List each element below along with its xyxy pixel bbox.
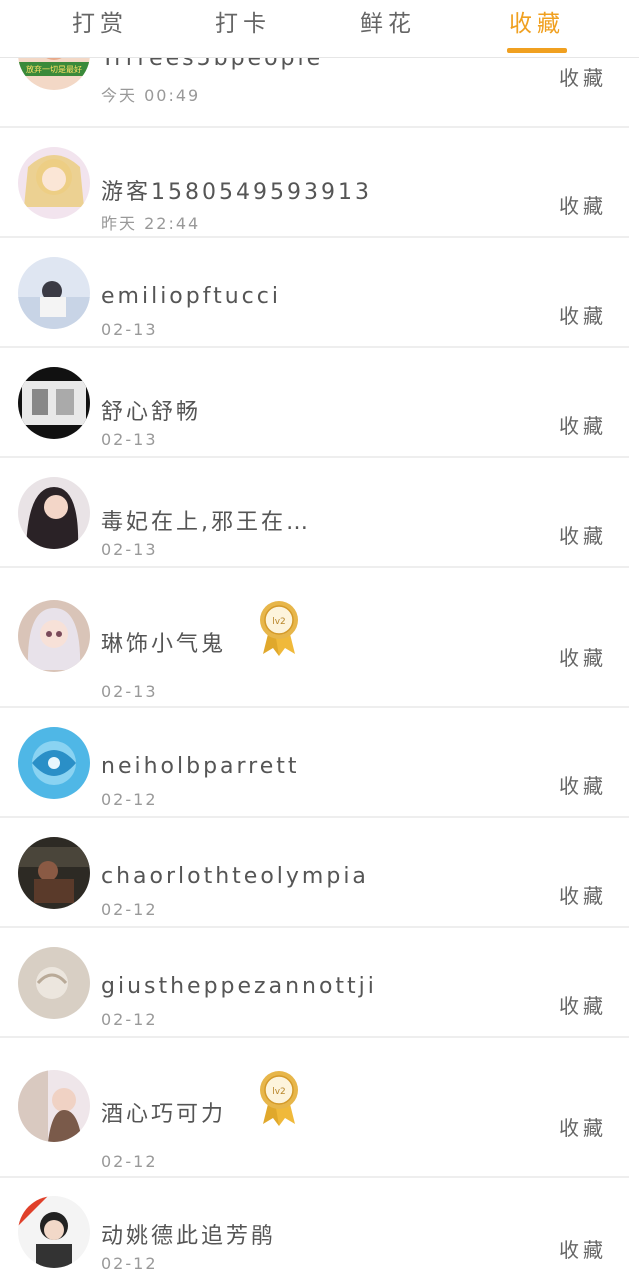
collect-label[interactable]: 收藏 [559,880,607,909]
tab-flowers[interactable]: 鲜花 [348,4,428,44]
list-item[interactable]: 酒心巧可力 lv2 02-12 收藏 [0,1038,629,1178]
list-item[interactable]: giustheppezannottji 02-12 收藏 [0,928,629,1038]
timestamp: 02-12 [101,790,158,809]
collect-label[interactable]: 收藏 [559,1234,607,1263]
avatar [18,477,90,549]
user-name: chaorlothteolympia [101,864,369,889]
tab-collect[interactable]: 收藏 [497,4,577,44]
user-name: 游客15805495939​13 [101,180,372,205]
timestamp: 02-12 [101,1152,158,1171]
list-item[interactable]: emiliopftucci 02-13 收藏 [0,238,629,348]
collect-label[interactable]: 收藏 [559,62,607,91]
list-item[interactable]: 动姚德此追芳鹃 02-12 收藏 [0,1178,629,1280]
avatar [18,1196,90,1268]
avatar [18,947,90,1019]
avatar [18,257,90,329]
collect-label[interactable]: 收藏 [559,190,607,219]
timestamp: 昨天 22:44 [101,214,201,233]
avatar [18,600,90,672]
badge-level-text: lv2 [272,617,286,627]
collect-label[interactable]: 收藏 [559,300,607,329]
timestamp: 02-12 [101,900,158,919]
collect-label[interactable]: 收藏 [559,642,607,671]
user-name: 琳饰小气鬼 [101,632,227,657]
collect-label[interactable]: 收藏 [559,520,607,549]
list-item[interactable]: 琳饰小气鬼 lv2 02-13 收藏 [0,568,629,708]
timestamp: 02-13 [101,540,158,559]
timestamp: 02-13 [101,320,158,339]
badge-level-text: lv2 [272,1087,286,1097]
collect-label[interactable]: 收藏 [559,990,607,1019]
list-item[interactable]: 舒心舒畅 02-13 收藏 [0,348,629,458]
avatar [18,837,90,909]
avatar [18,147,90,219]
user-name: 酒心巧可力 [101,1102,227,1127]
collect-label[interactable]: 收藏 [559,770,607,799]
list-item[interactable]: neiholbparrett 02-12 收藏 [0,708,629,818]
tab-checkin[interactable]: 打卡 [203,4,283,44]
avatar [18,367,90,439]
collect-label[interactable]: 收藏 [559,1112,607,1141]
user-name: 毒妃在上,邪王在… [101,510,311,535]
list-item[interactable]: 游客15805495939​13 昨天 22:44 收藏 [0,128,629,238]
active-tab-indicator [507,48,567,53]
list-item[interactable]: chaorlothteolympia 02-12 收藏 [0,818,629,928]
user-name: neiholbparrett [101,754,300,779]
timestamp: 02-12 [101,1254,158,1273]
user-name: 舒心舒畅 [101,400,202,425]
user-name: giustheppezannottji [101,974,377,999]
avatar-caption: 放弃一切是最好 [26,64,82,74]
collect-label[interactable]: 收藏 [559,410,607,439]
user-name: 动姚德此追芳鹃 [101,1224,277,1249]
level-badge-icon: lv2 [257,1070,301,1126]
tab-reward[interactable]: 打赏 [60,4,140,44]
tab-bar: 打赏 打卡 鲜花 收藏 [0,0,639,58]
timestamp: 02-13 [101,430,158,449]
avatar [18,1070,90,1142]
timestamp: 今天 00:49 [101,86,201,105]
list-item[interactable]: 毒妃在上,邪王在… 02-13 收藏 [0,458,629,568]
avatar [18,727,90,799]
timestamp: 02-12 [101,1010,158,1029]
timestamp: 02-13 [101,682,158,701]
level-badge-icon: lv2 [257,600,301,656]
user-name: emiliopftucci [101,284,281,309]
